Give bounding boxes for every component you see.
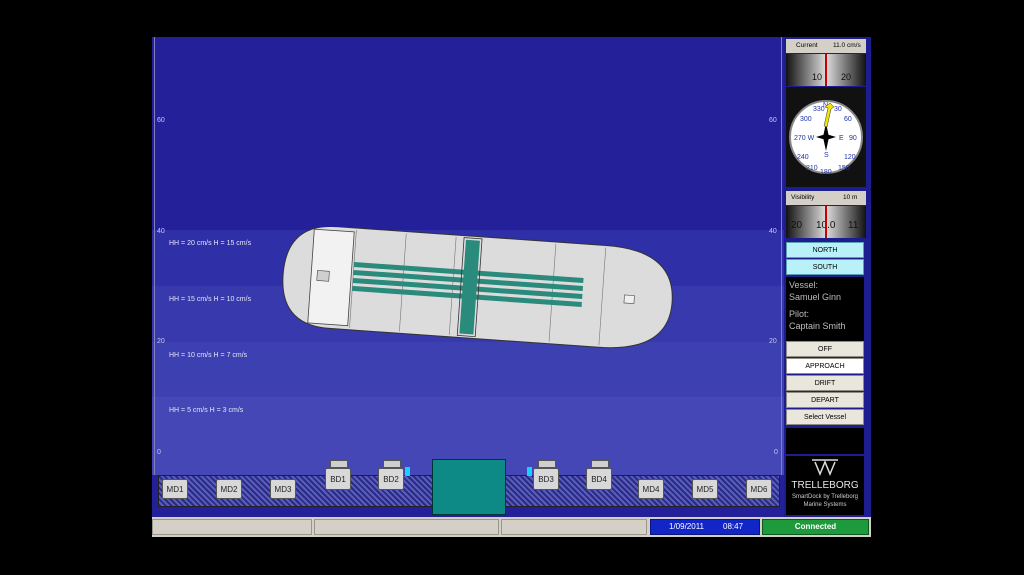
visibility-header: Visibility 10 m [786, 191, 866, 205]
visibility-needle [825, 206, 827, 238]
zone-label-2: HH = 15 cm/s H = 10 cm/s [169, 296, 252, 303]
current-needle [825, 54, 827, 86]
pilot-label: Pilot: [789, 309, 810, 319]
smartdock-window: 60 40 20 0 60 40 20 0 HH = 20 cm/s H = 1… [152, 37, 871, 537]
mode-off-button[interactable]: OFF [786, 341, 864, 357]
loading-platform [432, 459, 506, 515]
berth-view: 60 40 20 0 60 40 20 0 HH = 20 cm/s H = 1… [152, 37, 784, 517]
compass-240: 240 [797, 154, 809, 161]
compass-180: 180 [820, 169, 832, 176]
mode-drift-button[interactable]: DRIFT [786, 375, 864, 391]
compass-60: 60 [844, 116, 852, 123]
visibility-scale: 20 10.0 11 [786, 206, 866, 238]
bd2-sensor-icon [405, 467, 410, 476]
vessel-name: Samuel Ginn [789, 292, 842, 302]
fender-md2[interactable]: MD2 [216, 479, 242, 499]
compass-150: 150 [838, 165, 850, 172]
blank-panel [786, 428, 864, 454]
select-vessel-button[interactable]: Select Vessel [786, 409, 864, 425]
vessel-label: Vessel: [789, 280, 819, 290]
mode-approach-button[interactable]: APPROACH [786, 358, 864, 374]
fender-md4[interactable]: MD4 [638, 479, 664, 499]
status-date: 1/09/2011 [669, 522, 704, 531]
fender-md3[interactable]: MD3 [270, 479, 296, 499]
brand-name: TRELLEBORG [791, 480, 859, 491]
mode-depart-button[interactable]: DEPART [786, 392, 864, 408]
zone-label-1: HH = 20 cm/s H = 15 cm/s [169, 240, 252, 247]
compass-panel: 330 N 30 300 60 270 W E 90 240 120 210 S… [786, 87, 866, 187]
bollard-cap-bd1 [330, 460, 348, 468]
right-ruler-line [781, 37, 782, 475]
south-button[interactable]: SOUTH [786, 259, 864, 275]
brand-panel: TRELLEBORG SmartDock by Trelleborg Marin… [786, 456, 864, 515]
trelleborg-logo-icon [812, 459, 838, 476]
visibility-scale-11: 11 [848, 220, 859, 231]
bollard-bd1[interactable]: BD1 [325, 468, 351, 490]
bd3-sensor-icon [527, 467, 532, 476]
compass-300: 300 [800, 116, 812, 123]
compass-270w: 270 W [794, 135, 815, 142]
brand-tagline-1: SmartDock by Trelleborg [791, 494, 859, 500]
visibility-scale-20: 20 [791, 220, 803, 231]
visibility-value: 10 m [843, 194, 858, 201]
status-cell-1 [152, 519, 312, 535]
brand-tagline-2: Marine Systems [803, 502, 847, 508]
fender-md6[interactable]: MD6 [746, 479, 772, 499]
ruler-tick-left-60: 60 [157, 117, 165, 124]
status-time: 08:47 [723, 522, 744, 531]
compass-90: 90 [849, 135, 857, 142]
status-bar: 1/09/2011 08:47 Connected [152, 517, 871, 537]
fender-md1[interactable]: MD1 [162, 479, 188, 499]
datetime-display: 1/09/2011 08:47 [650, 519, 760, 535]
compass-s: S [824, 152, 829, 159]
zone-label-4: HH = 5 cm/s H = 3 cm/s [169, 407, 244, 414]
vessel-hull[interactable] [272, 227, 692, 367]
compass-e: E [839, 135, 844, 142]
current-label: Current [796, 42, 818, 49]
pilot-name: Captain Smith [789, 321, 846, 331]
vessel-info: Vessel: Samuel Ginn Pilot: Captain Smith [786, 277, 864, 345]
status-cell-3 [501, 519, 647, 535]
bollard-cap-bd3 [538, 460, 556, 468]
zone-label-3: HH = 10 cm/s H = 7 cm/s [169, 352, 248, 359]
bollard-cap-bd4 [591, 460, 609, 468]
ruler-tick-right-40: 40 [769, 228, 777, 235]
left-ruler-line [154, 37, 155, 475]
status-cell-2 [314, 519, 499, 535]
ruler-tick-left-40: 40 [157, 228, 165, 235]
current-scale-20: 20 [841, 72, 852, 82]
current-scale-10: 10 [812, 72, 823, 82]
bollard-bd2[interactable]: BD2 [378, 468, 404, 490]
ruler-tick-left-0: 0 [157, 449, 161, 456]
ruler-tick-right-60: 60 [769, 117, 777, 124]
fender-md5[interactable]: MD5 [692, 479, 718, 499]
compass-120: 120 [844, 154, 856, 161]
current-value: 11.0 cm/s [833, 42, 861, 49]
current-scale: 10 20 [786, 54, 866, 86]
bollard-bd4[interactable]: BD4 [586, 468, 612, 490]
connection-status: Connected [762, 519, 869, 535]
ruler-tick-left-20: 20 [157, 338, 165, 345]
current-header: Current 11.0 cm/s [786, 39, 866, 53]
ruler-tick-right-20: 20 [769, 338, 777, 345]
visibility-label: Visibility [791, 194, 815, 201]
bollard-cap-bd2 [383, 460, 401, 468]
compass-icon: 330 N 30 300 60 270 W E 90 240 120 210 S… [789, 100, 863, 176]
compass-210: 210 [806, 165, 818, 172]
bollard-bd3[interactable]: BD3 [533, 468, 559, 490]
zone-band-outer [152, 37, 784, 230]
ruler-tick-right-0: 0 [774, 449, 778, 456]
compass-30: 30 [834, 106, 842, 113]
north-button[interactable]: NORTH [786, 242, 864, 258]
control-sidebar: Current 11.0 cm/s 10 20 330 N 30 300 60 … [784, 37, 871, 517]
